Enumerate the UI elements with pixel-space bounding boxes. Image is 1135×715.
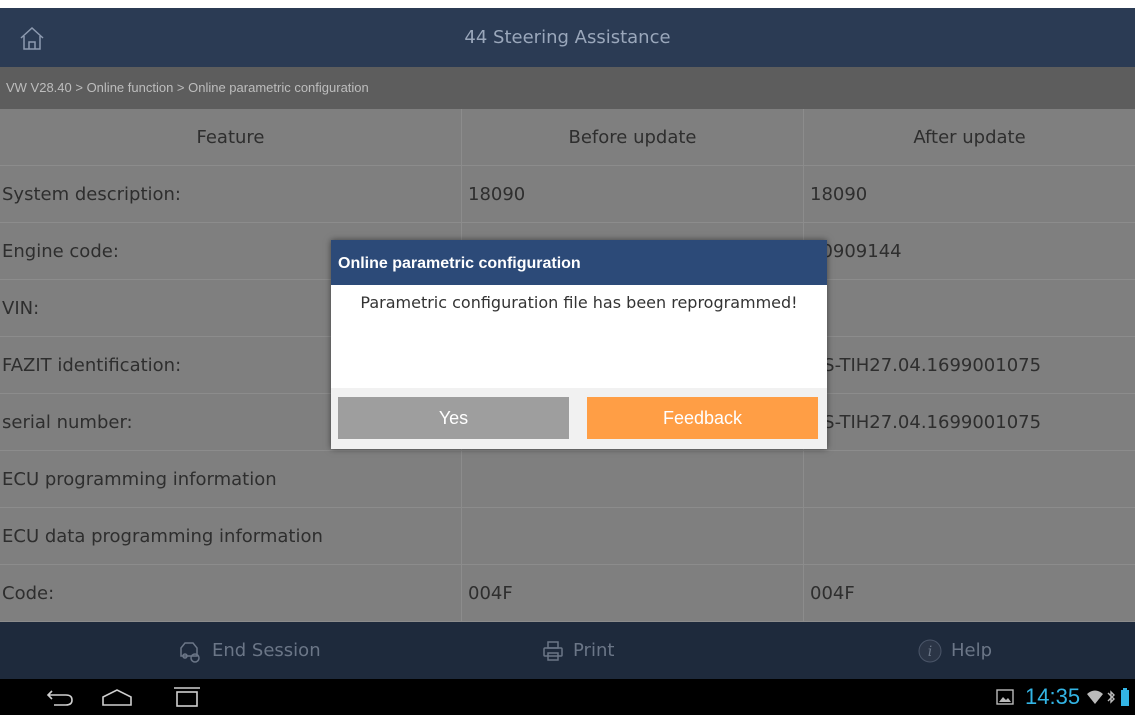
recents-icon xyxy=(174,687,200,707)
end-session-button[interactable]: End Session xyxy=(178,622,321,679)
home-nav-button[interactable] xyxy=(101,679,133,715)
yes-button[interactable]: Yes xyxy=(338,397,569,439)
dialog-title: Online parametric configuration xyxy=(331,240,827,285)
table-header-row: Feature Before update After update xyxy=(0,109,1135,166)
dialog-message: Parametric configuration file has been r… xyxy=(360,293,798,312)
back-icon xyxy=(46,690,73,706)
print-button[interactable]: Print xyxy=(541,622,614,679)
before-cell: 004F xyxy=(461,565,803,622)
battery-icon xyxy=(1121,688,1129,706)
help-button[interactable]: i Help xyxy=(917,622,992,679)
after-cell: 18090 xyxy=(803,166,1135,223)
table-row: ECU programming information xyxy=(0,451,1135,508)
feedback-button[interactable]: Feedback xyxy=(587,397,818,439)
image-icon xyxy=(996,689,1014,705)
printer-icon xyxy=(543,640,563,661)
help-label: Help xyxy=(951,640,993,661)
before-cell: 18090 xyxy=(461,166,803,223)
bluetooth-status xyxy=(1106,679,1116,715)
status-clock: 14:35 xyxy=(1025,684,1081,709)
breadcrumb: VW V28.40 > Online function > Online par… xyxy=(0,67,1135,109)
svg-text:i: i xyxy=(928,644,932,660)
gallery-notification xyxy=(996,679,1014,715)
dialog-actions: Yes Feedback xyxy=(331,388,827,449)
back-button[interactable] xyxy=(46,679,74,715)
wifi-icon xyxy=(1087,690,1103,704)
before-cell xyxy=(461,508,803,565)
before-cell xyxy=(461,451,803,508)
config-dialog: Online parametric configuration Parametr… xyxy=(331,240,827,449)
after-cell xyxy=(803,508,1135,565)
end-session-label: End Session xyxy=(212,640,321,661)
feature-cell: ECU data programming information xyxy=(2,526,323,547)
after-cell: 004F xyxy=(803,565,1135,622)
after-cell xyxy=(803,451,1135,508)
column-header-before: Before update xyxy=(461,109,803,166)
recents-button[interactable] xyxy=(172,679,202,715)
feature-cell: Code: xyxy=(2,583,55,604)
after-cell: US-TIH27.04.1699001075 xyxy=(803,337,1135,394)
after-cell xyxy=(803,280,1135,337)
battery-status xyxy=(1120,679,1130,715)
table-row: System description: 18090 18090 xyxy=(0,166,1135,223)
after-cell: 30909144 xyxy=(803,223,1135,280)
title-bar: 44 Steering Assistance xyxy=(0,8,1135,67)
feature-cell: System description: xyxy=(2,184,181,205)
table-row: Code: 004F 004F xyxy=(0,565,1135,622)
system-nav-bar: 14:35 xyxy=(0,679,1135,715)
page-title: 44 Steering Assistance xyxy=(464,27,671,48)
after-cell: US-TIH27.04.1699001075 xyxy=(803,394,1135,451)
home-outline-icon xyxy=(102,689,132,706)
bluetooth-icon xyxy=(1107,690,1115,704)
bottom-toolbar: End Session Print i Help xyxy=(0,622,1135,679)
print-label: Print xyxy=(573,640,615,661)
column-header-after: After update xyxy=(803,109,1135,166)
top-strip xyxy=(0,0,1135,8)
table-row: ECU data programming information xyxy=(0,508,1135,565)
feature-cell: ECU programming information xyxy=(2,469,277,490)
wifi-status xyxy=(1086,679,1104,715)
car-wrench-icon xyxy=(180,641,200,663)
column-header-feature: Feature xyxy=(196,127,265,148)
info-icon: i xyxy=(918,639,942,662)
